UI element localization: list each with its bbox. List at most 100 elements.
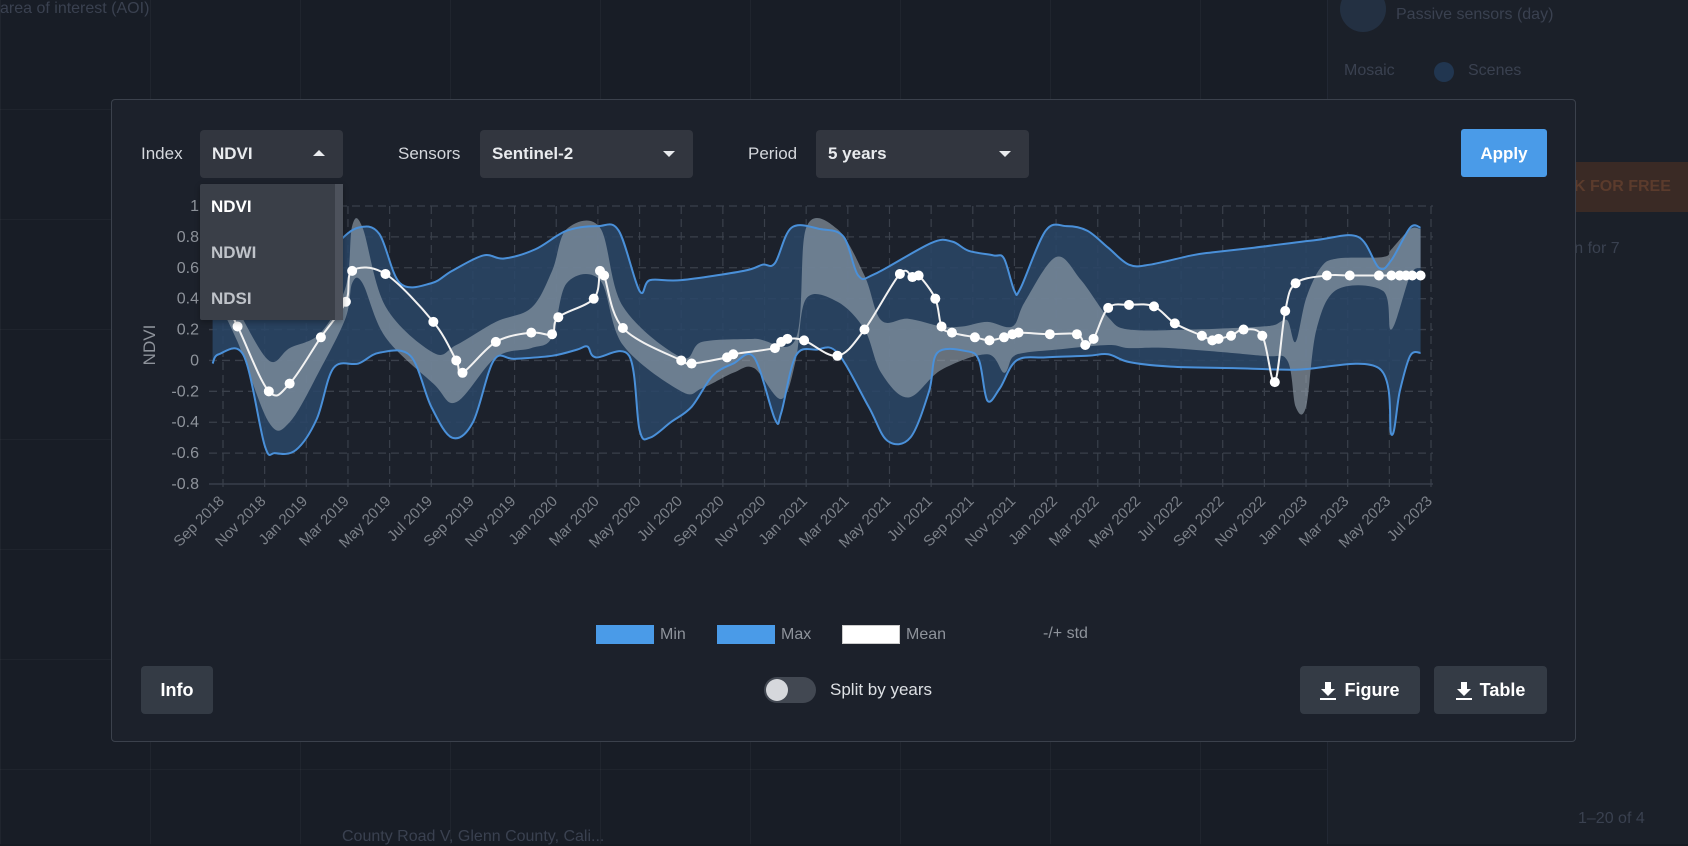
y-axis-label: NDVI [140,325,159,366]
mean-point [859,324,870,335]
download-icon [1455,682,1472,701]
dropdown-option-ndvi[interactable]: NDVI [200,184,343,230]
legend-swatch [717,625,775,644]
legend-mean[interactable]: Mean [842,625,946,644]
mean-point [553,312,564,323]
mean-point [1071,329,1082,340]
y-axis-ticks: 1 0.8 0.6 0.4 0.2 0 -0.2 -0.4 -0.6 -0.8 [171,198,199,493]
mean-point [347,265,358,276]
mean-point [451,355,462,366]
download-table-button[interactable]: Table [1434,666,1547,714]
mean-point [1269,377,1280,388]
y-tick-label: -0.6 [171,445,199,462]
y-tick-label: 0.8 [177,229,199,246]
mean-point [1238,324,1249,335]
x-tick-label: Jul 2023 [1384,493,1436,545]
split-by-years-toggle[interactable] [764,677,816,703]
mean-point [1213,333,1224,344]
mean-point [799,335,810,346]
mean-point [1226,330,1237,341]
info-button[interactable]: Info [141,666,213,714]
radio-scenes[interactable] [1434,62,1454,82]
mean-point [1103,302,1114,313]
mean-point [1290,278,1301,289]
y-tick-label: 0.6 [177,260,199,277]
y-tick-label: -0.8 [171,476,199,493]
mean-point [676,355,687,366]
mean-point [1169,318,1180,329]
mean-point [1124,299,1134,310]
legend-swatch [596,625,654,644]
y-tick-label: 0 [190,352,199,369]
legend-label: -/+ std [1043,625,1088,642]
mean-point [1373,270,1384,281]
mean-point [913,270,924,281]
download-icon [1320,682,1337,701]
aoi-label: area of interest (AOI) [0,0,150,17]
y-tick-label: 1 [190,198,199,215]
figure-label: Figure [1344,680,1400,700]
y-tick-label: -0.2 [171,383,199,400]
mean-point [315,332,326,343]
mean-point [599,270,610,281]
dropdown-option-ndsi[interactable]: NDSI [200,276,343,322]
dropdown-scrollbar[interactable] [335,184,343,320]
mean-point [894,268,905,279]
mean-point [1044,329,1055,340]
mean-point [1080,340,1091,350]
chart-legend: Min Max Mean -/+ std [112,625,1575,649]
promo-button[interactable]: K FOR FREE [1570,162,1688,212]
legend-swatch [842,625,900,644]
legend-label: Min [660,625,686,643]
address-text: County Road V, Glenn County, Cali... [342,828,605,845]
mean-point [380,268,391,279]
mean-point [728,349,739,360]
mean-point [1088,333,1099,344]
mean-point [1280,306,1291,317]
mean-point [547,329,558,340]
legend-min[interactable]: Min [596,625,686,644]
mean-point [1321,270,1332,281]
toggle-knob [766,679,788,701]
mean-point [1196,330,1207,341]
sensor-sub: Passive sensors (day) [1396,6,1554,23]
legend-max[interactable]: Max [717,625,811,644]
legend-label: Mean [906,625,947,643]
mean-point [832,350,843,361]
x-axis-ticks: Sep 2018Nov 2018Jan 2019Mar 2019May 2019… [170,493,1435,552]
y-tick-label: 0.2 [177,322,199,339]
mean-point [428,316,439,327]
y-tick-label: 0.4 [177,291,199,308]
index-dropdown-menu: NDVI NDWI NDSI [200,184,343,320]
mean-point [969,332,980,343]
table-label: Table [1479,680,1526,700]
ndvi-time-series-chart: 1 0.8 0.6 0.4 0.2 0 -0.2 -0.4 -0.6 -0.8 Sep 2018N… [140,198,1436,552]
scenes-option[interactable]: Scenes [1468,62,1521,80]
mean-point [232,321,243,332]
mean-point [782,333,793,344]
mean-point [930,293,941,304]
mean-point [263,386,274,397]
pagination: 1–20 of 4 [1578,810,1645,827]
mean-point [686,358,697,369]
legend-std[interactable]: -/+ std [1043,625,1088,643]
mean-point [1148,301,1159,312]
mean-point [490,336,501,347]
mean-point [617,323,628,334]
mean-point [1415,270,1426,281]
sensor-avatar [1340,0,1386,32]
mosaic-option[interactable]: Mosaic [1344,62,1395,80]
chart-bands [212,217,1421,456]
mean-point [457,367,468,378]
y-tick-label: -0.4 [171,414,199,431]
mean-point [984,335,995,346]
dropdown-option-ndwi[interactable]: NDWI [200,230,343,276]
mean-point [1257,330,1268,341]
mean-point [588,293,599,304]
mean-point [1013,327,1024,338]
split-by-years-label: Split by years [830,680,933,699]
ndvi-chart-dialog: Index NDVI Sensors Sentinel-2 Period 5 y… [111,99,1576,742]
mean-point [1344,270,1355,281]
mean-point [946,327,957,338]
download-figure-button[interactable]: Figure [1300,666,1420,714]
